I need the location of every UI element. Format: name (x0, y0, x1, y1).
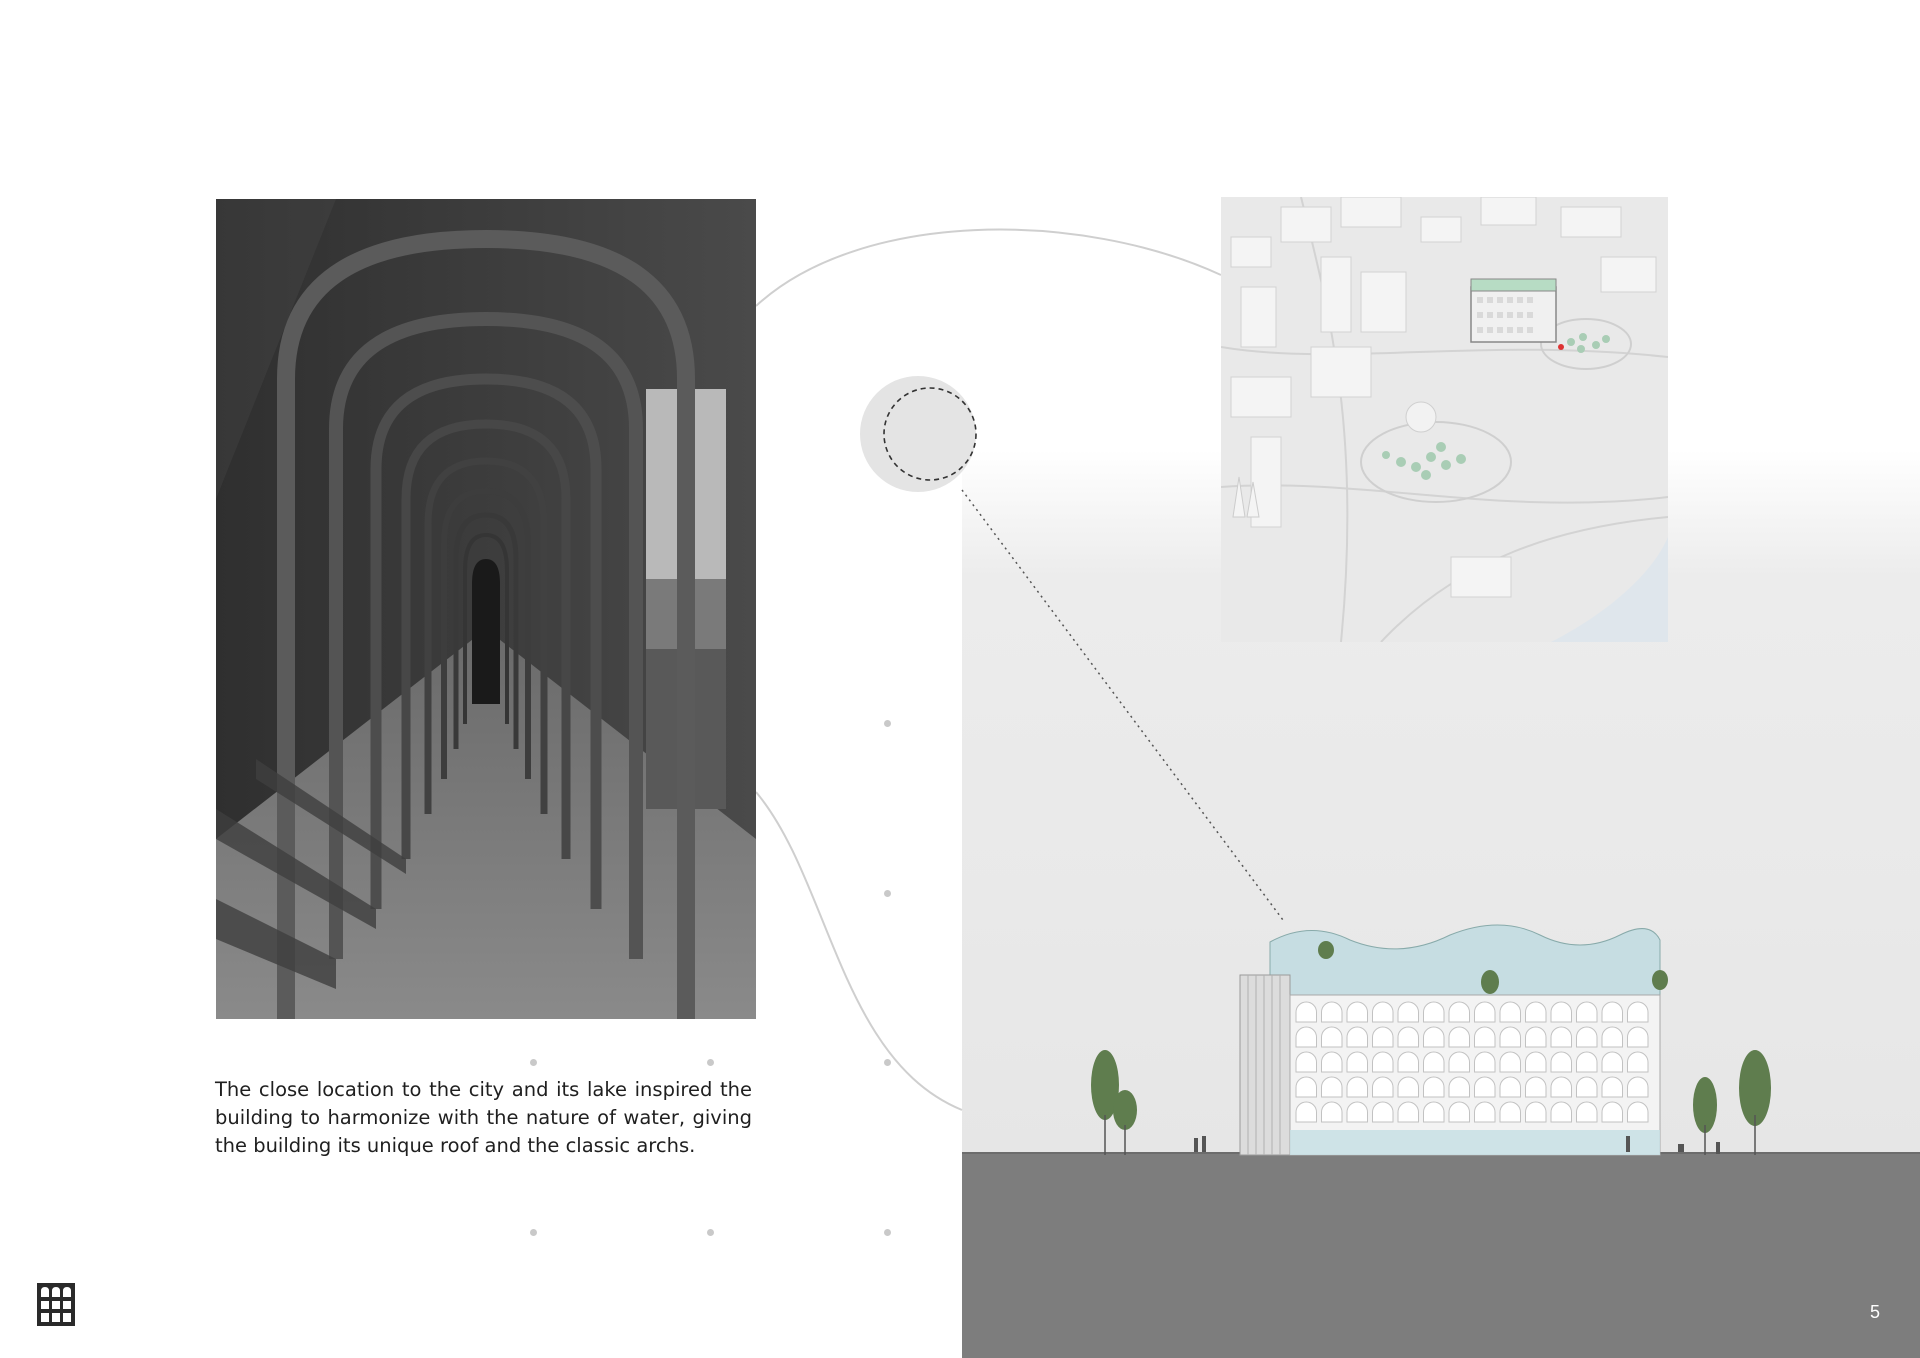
facade-arch (1295, 1051, 1317, 1073)
facade-arch (1525, 1026, 1547, 1048)
facade-arch (1346, 1001, 1368, 1023)
facade-arch (1627, 1076, 1649, 1098)
facade-arch (1499, 1101, 1521, 1123)
facade-arch (1474, 1076, 1496, 1098)
ground-plane (962, 1154, 1920, 1358)
facade-arch (1525, 1101, 1547, 1123)
facade-arch (1372, 1051, 1394, 1073)
grid-dot (884, 1229, 891, 1236)
facade-arch (1448, 1101, 1470, 1123)
facade-arch (1423, 1101, 1445, 1123)
facade-arch (1550, 1051, 1572, 1073)
facade-arch (1550, 1026, 1572, 1048)
facade-arch (1499, 1076, 1521, 1098)
site-map (1221, 197, 1668, 642)
building-elevation (1091, 924, 1771, 1156)
facade-arch (1448, 1026, 1470, 1048)
facade-arch (1321, 1051, 1343, 1073)
facade-arch (1448, 1051, 1470, 1073)
facade-arch (1627, 1001, 1649, 1023)
facade-arch (1474, 1001, 1496, 1023)
grid-dot (884, 720, 891, 727)
facade-arch (1423, 1026, 1445, 1048)
facade-arch (1346, 1026, 1368, 1048)
facade-arch (1397, 1051, 1419, 1073)
facade-arch (1474, 1026, 1496, 1048)
facade-arch (1576, 1001, 1598, 1023)
facade-arch (1474, 1051, 1496, 1073)
facade-arch (1423, 1001, 1445, 1023)
facade-arch (1576, 1101, 1598, 1123)
facade-arch (1397, 1026, 1419, 1048)
facade-arch (1576, 1026, 1598, 1048)
portfolio-page: The close location to the city and its l… (0, 0, 1920, 1358)
facade-arch (1372, 1001, 1394, 1023)
facade-arch (1346, 1051, 1368, 1073)
facade-arch (1397, 1101, 1419, 1123)
facade-arch (1474, 1101, 1496, 1123)
facade-arch (1525, 1076, 1547, 1098)
facade-arch (1295, 1101, 1317, 1123)
facade-arch (1397, 1001, 1419, 1023)
site-marker-icon (860, 376, 976, 492)
facade-arch (1550, 1001, 1572, 1023)
grid-dot (707, 1229, 714, 1236)
facade-arch (1499, 1051, 1521, 1073)
facade-arch (1295, 1001, 1317, 1023)
facade-arch (1601, 1026, 1623, 1048)
facade-arch (1525, 1051, 1547, 1073)
facade-arch (1295, 1026, 1317, 1048)
facade-arch (1397, 1076, 1419, 1098)
facade-arch (1525, 1001, 1547, 1023)
facade-arch (1601, 1001, 1623, 1023)
facade-arch (1346, 1101, 1368, 1123)
facade-arch (1499, 1026, 1521, 1048)
facade-arch (1321, 1101, 1343, 1123)
facade-arch (1423, 1076, 1445, 1098)
facade-arch (1499, 1001, 1521, 1023)
facade-arch (1576, 1076, 1598, 1098)
facade-arch (1627, 1051, 1649, 1073)
grid-dot (530, 1229, 537, 1236)
facade-arch (1321, 1076, 1343, 1098)
facade-arch (1372, 1076, 1394, 1098)
facade-arch (1448, 1076, 1470, 1098)
grid-dot (707, 1059, 714, 1066)
facade-arch (1321, 1001, 1343, 1023)
grid-dot (884, 890, 891, 897)
facade-arch (1627, 1101, 1649, 1123)
grid-dot (884, 1059, 891, 1066)
facade-arch (1550, 1101, 1572, 1123)
facade-arch (1295, 1076, 1317, 1098)
facade-arch (1372, 1026, 1394, 1048)
facade-arch (1601, 1051, 1623, 1073)
facade-arch (1601, 1101, 1623, 1123)
facade-arch (1372, 1101, 1394, 1123)
page-number: 5 (1870, 1302, 1881, 1322)
facade-arch (1423, 1051, 1445, 1073)
facade-arch (1601, 1076, 1623, 1098)
project-description: The close location to the city and its l… (215, 1078, 752, 1157)
arches-logo-icon (37, 1283, 75, 1326)
facade-arch (1321, 1026, 1343, 1048)
facade-arch (1627, 1026, 1649, 1048)
grid-dot (530, 1059, 537, 1066)
arcade-photo (216, 199, 756, 1019)
connector-curve (755, 228, 1222, 307)
facade-arch (1550, 1076, 1572, 1098)
facade-arch (1576, 1051, 1598, 1073)
facade-arch (1346, 1076, 1368, 1098)
connector-curve-lower (755, 791, 963, 1111)
facade-arch (1448, 1001, 1470, 1023)
